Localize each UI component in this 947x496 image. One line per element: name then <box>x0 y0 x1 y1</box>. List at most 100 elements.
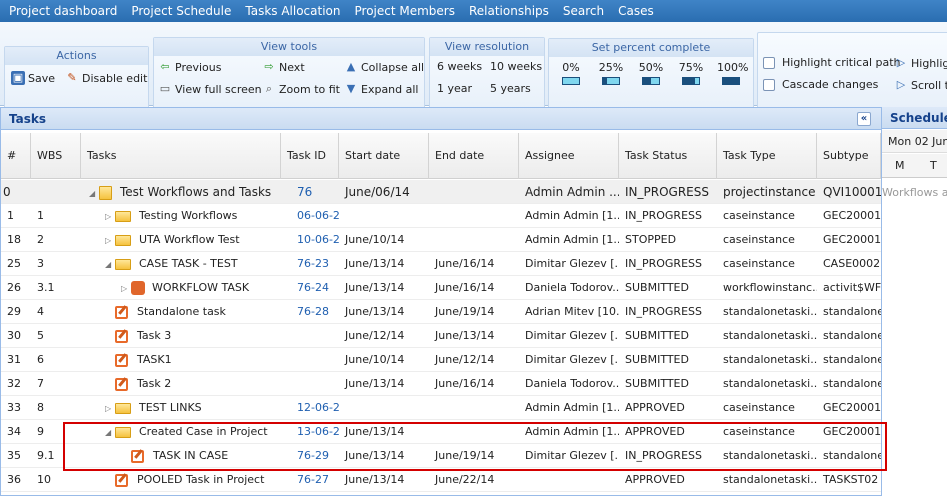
id-cell[interactable]: 12-06-2... <box>281 396 339 420</box>
task-name[interactable]: POOLED Task in Project <box>137 473 264 486</box>
task-name[interactable]: UTA Workflow Test <box>139 233 240 246</box>
table-row[interactable]: 31 6 TASK1 June/10/14 June/12/14 Dimitar Glez… <box>1 348 881 372</box>
column-header-tasks[interactable]: Tasks <box>81 133 281 179</box>
id-cell[interactable]: 76-27 <box>281 468 339 492</box>
highlight-critical-path-checkbox[interactable]: Highlight critical path <box>763 56 901 69</box>
column-header-task-type[interactable]: Task Type <box>717 133 817 179</box>
save-icon: ▣ <box>11 71 25 85</box>
table-row[interactable]: 30 5 Task 3 June/12/14 June/13/14 Dimitar Gle… <box>1 324 881 348</box>
column-header--[interactable]: # <box>1 133 31 179</box>
num-cell: 35 <box>7 449 21 462</box>
id-cell[interactable] <box>281 324 339 348</box>
play-icon: ▷ <box>896 78 906 91</box>
nav-item-cases[interactable]: Cases <box>611 0 661 22</box>
task-name[interactable]: Testing Workflows <box>139 209 237 222</box>
schedule-day-m: M <box>895 159 905 172</box>
percent-75-button[interactable] <box>682 77 700 85</box>
task-name[interactable]: WORKFLOW TASK <box>152 281 249 294</box>
nav-item-tasks-allocation[interactable]: Tasks Allocation <box>238 0 347 22</box>
percent-50-button[interactable] <box>642 77 660 85</box>
id-cell[interactable]: 76 <box>281 180 339 204</box>
task-name[interactable]: Standalone task <box>137 305 226 318</box>
expanded-toggle-icon[interactable]: ◢ <box>89 182 99 204</box>
task-name[interactable]: TEST LINKS <box>139 401 202 414</box>
collapsed-toggle-icon[interactable]: ▷ <box>105 229 115 252</box>
assignee-cell: Admin Admin [1... <box>525 209 619 222</box>
disable-edit-button[interactable]: ✎ Disable edit <box>65 71 147 85</box>
table-row[interactable]: 18 2 ▷ UTA Workflow Test 10-06-2... June/10/1… <box>1 228 881 252</box>
column-header-wbs[interactable]: WBS <box>31 133 81 179</box>
wbs-cell: 4 <box>37 305 44 318</box>
task-name[interactable]: Test Workflows and Tasks <box>120 185 271 199</box>
nav-item-project-schedule[interactable]: Project Schedule <box>124 0 238 22</box>
collapsed-toggle-icon[interactable]: ▷ <box>105 397 115 420</box>
save-button[interactable]: ▣ Save <box>11 71 55 85</box>
zoom-to-fit-label: Zoom to fit <box>279 82 340 96</box>
wbs-cell: 3.1 <box>37 281 55 294</box>
nav-item-search[interactable]: Search <box>556 0 611 22</box>
nav-item-project-members[interactable]: Project Members <box>348 0 462 22</box>
collapsed-toggle-icon[interactable]: ▷ <box>121 277 131 300</box>
status-cell: STOPPED <box>625 233 677 246</box>
end-cell <box>429 228 519 252</box>
table-row[interactable]: 26 3.1 ▷ WORKFLOW TASK 76-24 June/13/14 June/1… <box>1 276 881 300</box>
collapse-all-button[interactable]: ▲ Collapse all <box>344 60 424 74</box>
resolution-10-weeks[interactable]: 10 weeks <box>490 60 542 73</box>
folder-icon <box>115 234 131 246</box>
task-name-cell: TASK1 <box>81 348 281 372</box>
task-name-cell: Task 3 <box>81 324 281 348</box>
table-row[interactable]: 29 4 Standalone task 76-28 June/13/14 June/19… <box>1 300 881 324</box>
id-cell[interactable]: 06-06-2... <box>281 204 339 228</box>
disable-edit-label: Disable edit <box>82 71 148 85</box>
num-cell: 34 <box>7 425 21 438</box>
task-name[interactable]: Task 2 <box>137 377 171 390</box>
percent-100-button[interactable] <box>722 77 740 85</box>
id-cell[interactable]: 76-23 <box>281 252 339 276</box>
highlight-button[interactable]: ▷ Highlight <box>894 56 947 70</box>
table-row[interactable]: 25 3 ◢ CASE TASK - TEST 76-23 June/13/14 June/… <box>1 252 881 276</box>
cascade-changes-checkbox[interactable]: Cascade changes <box>763 78 878 91</box>
table-row[interactable]: 0 ◢ Test Workflows and Tasks 76 June/06/14 Ad… <box>1 180 881 204</box>
task-name[interactable]: TASK1 <box>137 353 172 366</box>
id-cell[interactable]: 76-28 <box>281 300 339 324</box>
scroll-to-button[interactable]: ▷ Scroll to <box>894 78 947 92</box>
task-name[interactable]: CASE TASK - TEST <box>139 257 238 270</box>
column-header-end-date[interactable]: End date <box>429 133 519 179</box>
options-title-spacer <box>758 33 947 51</box>
collapsed-toggle-icon[interactable]: ▷ <box>105 205 115 228</box>
column-header-start-date[interactable]: Start date <box>339 133 429 179</box>
collapse-panel-icon[interactable]: « <box>857 112 871 126</box>
zoom-to-fit-button[interactable]: ⌕ Zoom to fit <box>262 82 340 96</box>
view-full-screen-button[interactable]: ▭ View full screen <box>158 82 262 96</box>
task-name[interactable]: Task 3 <box>137 329 171 342</box>
table-row[interactable]: 36 10 POOLED Task in Project 76-27 June/13/1… <box>1 468 881 492</box>
id-cell[interactable]: 10-06-2... <box>281 228 339 252</box>
expand-all-button[interactable]: ▼ Expand all <box>344 82 419 96</box>
resolution-6-weeks[interactable]: 6 weeks <box>437 60 482 73</box>
column-header-task-id[interactable]: Task ID <box>281 133 339 179</box>
column-header-subtype[interactable]: Subtype <box>817 133 881 179</box>
percent-0-button[interactable] <box>562 77 580 85</box>
subtype-cell: GEC20001 <box>823 401 881 414</box>
end-cell: June/12/14 <box>435 353 495 366</box>
expanded-toggle-icon[interactable]: ◢ <box>105 253 115 276</box>
table-row[interactable]: 33 8 ▷ TEST LINKS 12-06-2... Admin Admin [1..… <box>1 396 881 420</box>
resolution-5-years[interactable]: 5 years <box>490 82 531 95</box>
next-button[interactable]: ⇨ Next <box>262 60 304 74</box>
column-header-assignee[interactable]: Assignee <box>519 133 619 179</box>
resolution-1-year[interactable]: 1 year <box>437 82 472 95</box>
column-header-task-status[interactable]: Task Status <box>619 133 717 179</box>
nav-item-project-dashboard[interactable]: Project dashboard <box>0 0 124 22</box>
percent-0-label: 0% <box>562 61 580 74</box>
id-cell[interactable]: 76-24 <box>281 276 339 300</box>
previous-button[interactable]: ⇦ Previous <box>158 60 221 74</box>
table-row[interactable]: 32 7 Task 2 June/13/14 June/16/14 Daniela Tod… <box>1 372 881 396</box>
task-name-cell: ◢ CASE TASK - TEST <box>81 252 281 276</box>
percent-25-button[interactable] <box>602 77 620 85</box>
id-cell[interactable] <box>281 348 339 372</box>
id-cell[interactable] <box>281 372 339 396</box>
table-row[interactable]: 1 1 ▷ Testing Workflows 06-06-2... Admin Admi… <box>1 204 881 228</box>
nav-item-relationships[interactable]: Relationships <box>462 0 556 22</box>
start-cell <box>339 396 429 420</box>
task-name-cell: ◢ Test Workflows and Tasks <box>81 180 281 204</box>
